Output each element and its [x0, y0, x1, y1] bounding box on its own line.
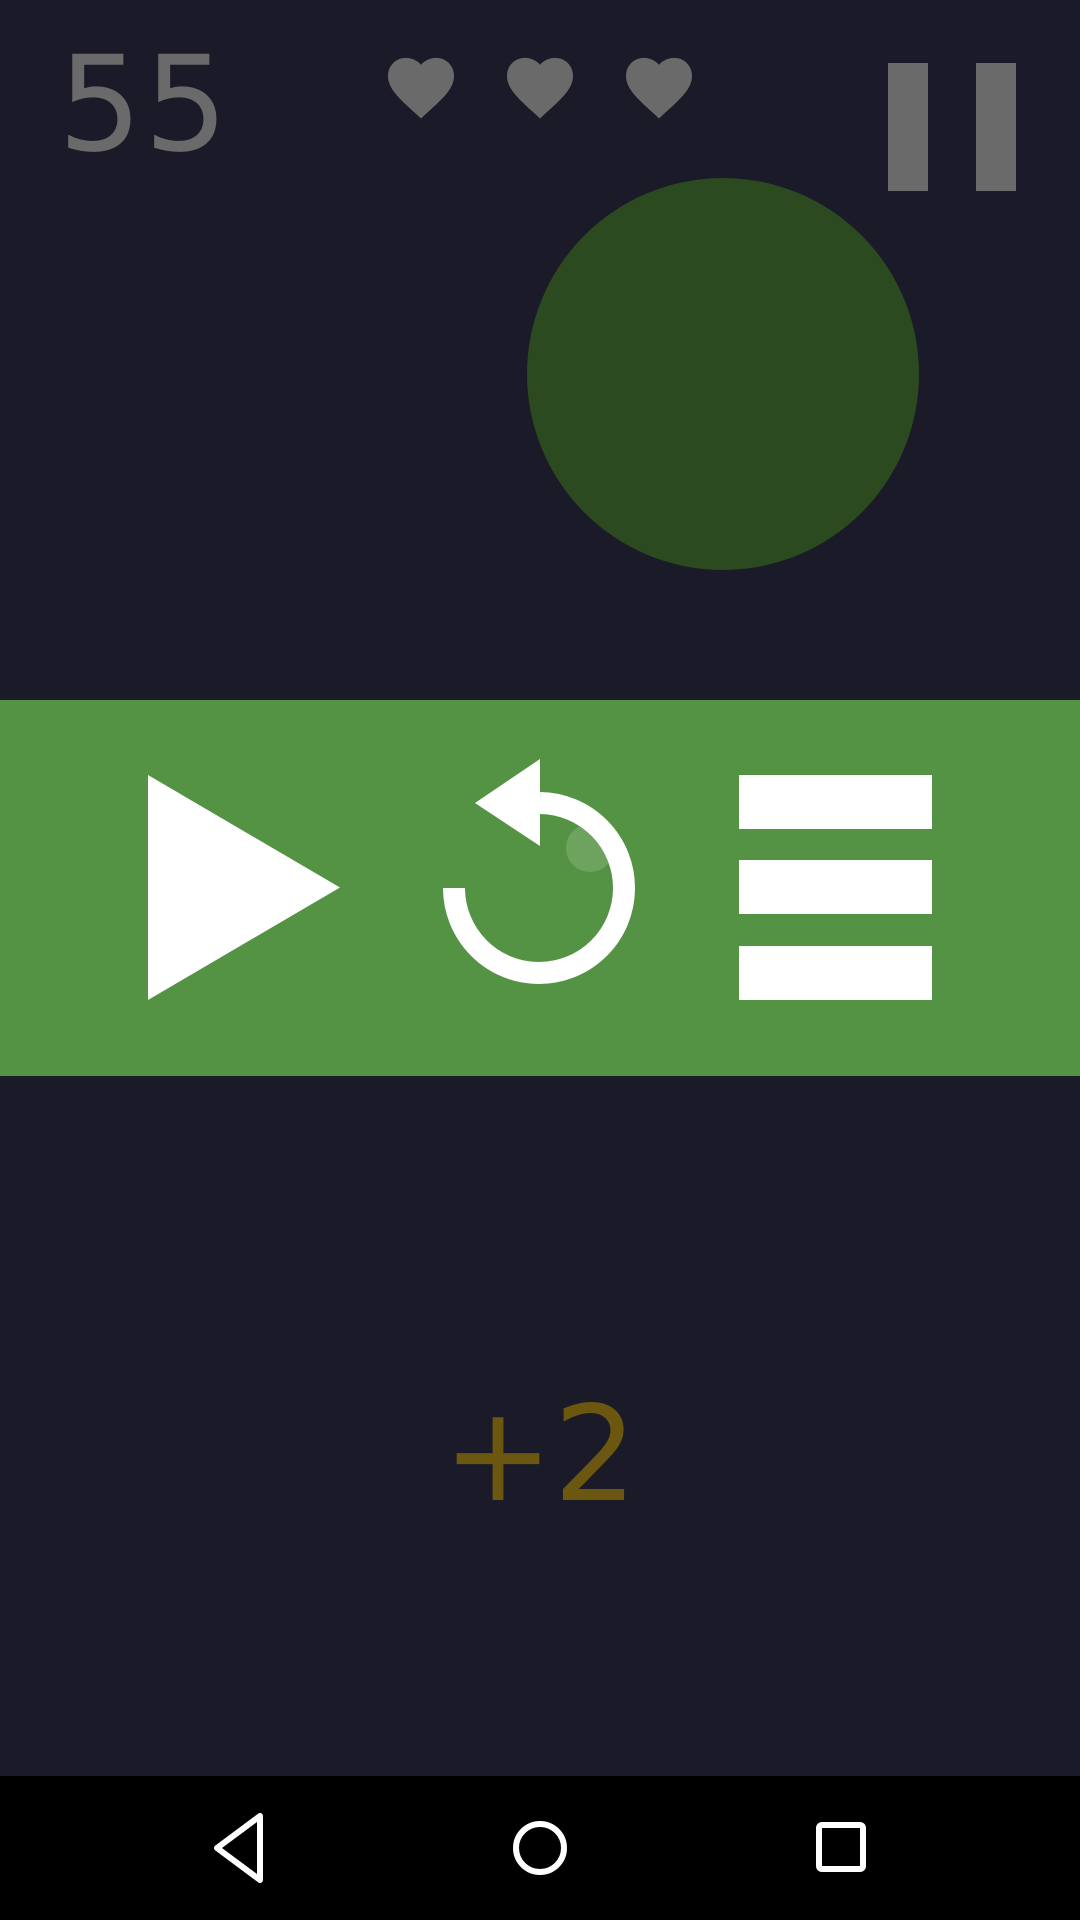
restart-icon	[443, 759, 635, 984]
nav-back-button[interactable]	[200, 1808, 280, 1888]
game-target-circle[interactable]	[527, 178, 919, 570]
pause-button[interactable]	[880, 60, 1020, 195]
heart-icon	[388, 57, 454, 119]
resume-button[interactable]	[148, 775, 340, 1000]
back-triangle-icon	[214, 1813, 263, 1883]
game-screen: 55 +2	[0, 0, 1080, 1920]
home-circle-icon	[513, 1821, 567, 1875]
score-counter: 55	[58, 28, 230, 182]
nav-home-button[interactable]	[500, 1808, 580, 1888]
heart-icon	[507, 57, 573, 119]
play-icon	[148, 775, 340, 1000]
restart-button[interactable]	[440, 758, 640, 986]
pause-icon	[888, 63, 928, 191]
bonus-points-text: +2	[442, 1378, 638, 1532]
system-navigation-bar	[0, 1776, 1080, 1920]
lives-indicator	[385, 54, 695, 124]
heart-icon	[626, 57, 692, 119]
recents-square-icon	[816, 1822, 866, 1872]
menu-button[interactable]	[739, 775, 932, 1000]
nav-recents-button[interactable]	[800, 1808, 880, 1888]
